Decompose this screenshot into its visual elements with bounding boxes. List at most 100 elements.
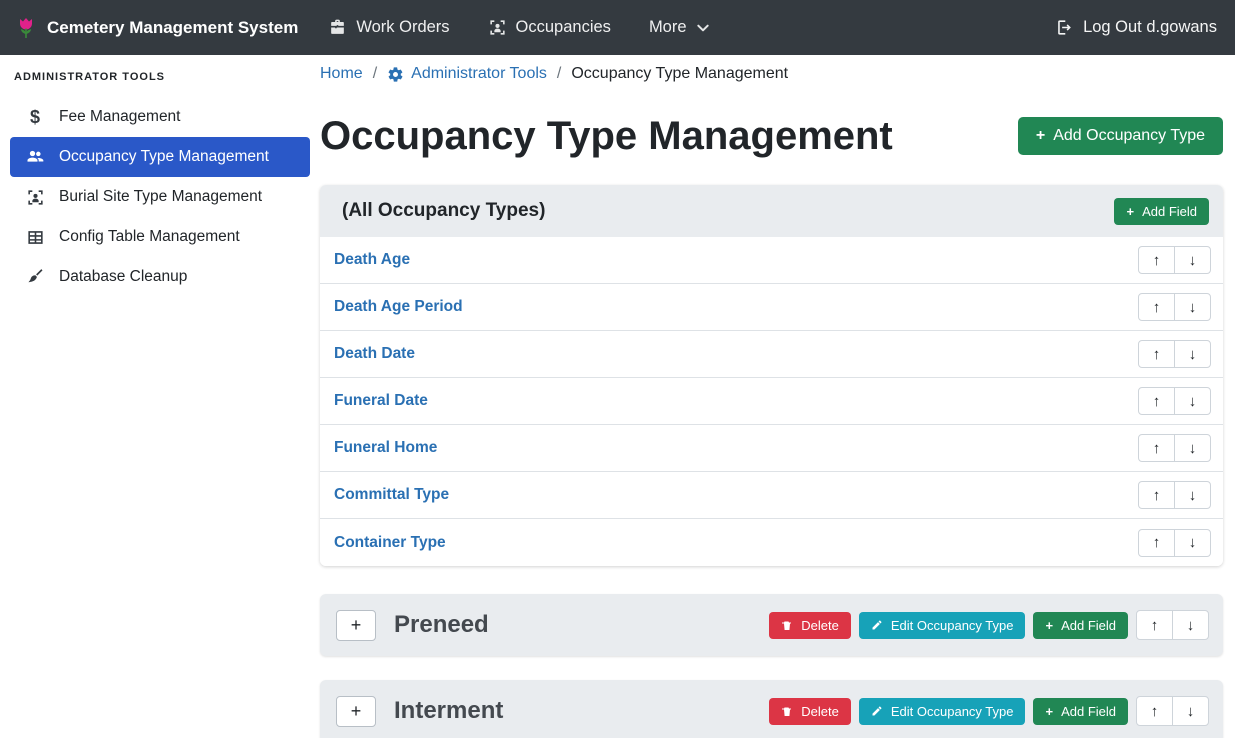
field-link-committal-type[interactable]: Committal Type [334,486,449,504]
field-row: Death Date ↑ ↓ [320,331,1223,378]
add-field-label: Add Field [1061,618,1116,633]
gear-icon [387,66,404,83]
expand-button[interactable]: + [336,696,376,727]
card-header: (All Occupancy Types) + Add Field [320,185,1223,237]
move-down-button[interactable]: ↓ [1174,246,1211,274]
move-down-button[interactable]: ↓ [1174,434,1211,462]
breadcrumb-current: Occupancy Type Management [571,65,788,83]
move-down-button[interactable]: ↓ [1174,340,1211,368]
field-row: Committal Type ↑ ↓ [320,472,1223,519]
edit-occupancy-type-button[interactable]: Edit Occupancy Type [859,698,1026,725]
arrow-up-icon: ↑ [1153,440,1161,457]
section-title: Preneed [394,611,489,639]
top-navbar: Cemetery Management System Work Orders O… [0,0,1235,55]
sidebar-item-occupancy-type-management[interactable]: Occupancy Type Management [10,137,310,177]
sidebar-item-label: Database Cleanup [59,268,187,286]
move-up-button[interactable]: ↑ [1138,293,1175,321]
field-row: Death Age ↑ ↓ [320,237,1223,284]
breadcrumb-separator: / [373,65,377,83]
plus-icon: + [1036,127,1045,145]
arrow-down-icon: ↓ [1189,346,1197,363]
move-up-button[interactable]: ↑ [1138,529,1175,557]
arrow-up-icon: ↑ [1153,346,1161,363]
move-down-button[interactable]: ↓ [1174,481,1211,509]
tulip-logo-icon [14,16,38,40]
move-down-button[interactable]: ↓ [1172,696,1209,726]
arrow-up-icon: ↑ [1153,393,1161,410]
move-down-button[interactable]: ↓ [1174,293,1211,321]
sidebar-item-burial-site-type-management[interactable]: Burial Site Type Management [10,177,310,217]
nav-occupancies[interactable]: Occupancies [488,18,611,37]
move-down-button[interactable]: ↓ [1174,387,1211,415]
reorder-button-group: ↑ ↓ [1138,293,1211,321]
add-field-button[interactable]: + Add Field [1033,612,1128,639]
chevron-down-icon [696,21,710,35]
main-content: Home / Administrator Tools / Occupancy T… [320,55,1235,738]
reorder-button-group: ↑ ↓ [1138,387,1211,415]
delete-button[interactable]: Delete [769,612,851,639]
nav-occupancies-label: Occupancies [516,18,611,37]
add-field-button[interactable]: + Add Field [1114,198,1209,225]
brand-link[interactable]: Cemetery Management System [14,16,298,40]
move-down-button[interactable]: ↓ [1172,610,1209,640]
reorder-button-group: ↑ ↓ [1138,529,1211,557]
field-link-funeral-date[interactable]: Funeral Date [334,392,428,410]
arrow-up-icon: ↑ [1153,534,1161,551]
plus-icon: + [351,701,362,722]
plus-icon: + [1126,204,1134,219]
reorder-button-group: ↑ ↓ [1136,610,1209,640]
add-occupancy-type-button[interactable]: + Add Occupancy Type [1018,117,1223,155]
field-link-container-type[interactable]: Container Type [334,534,446,552]
breadcrumb: Home / Administrator Tools / Occupancy T… [320,63,1223,85]
dollar-icon: $ [24,107,46,128]
move-up-button[interactable]: ↑ [1136,696,1173,726]
field-link-death-date[interactable]: Death Date [334,345,415,363]
move-up-button[interactable]: ↑ [1138,340,1175,368]
title-row: Occupancy Type Management + Add Occupanc… [320,111,1223,161]
field-link-death-age-period[interactable]: Death Age Period [334,298,463,316]
edit-label: Edit Occupancy Type [891,704,1014,719]
sidebar-item-label: Burial Site Type Management [59,188,262,206]
delete-button[interactable]: Delete [769,698,851,725]
logout-link[interactable]: Log Out d.gowans [1055,18,1217,37]
move-down-button[interactable]: ↓ [1174,529,1211,557]
reorder-button-group: ↑ ↓ [1138,340,1211,368]
move-up-button[interactable]: ↑ [1138,387,1175,415]
add-field-label: Add Field [1142,204,1197,219]
sidebar-item-database-cleanup[interactable]: Database Cleanup [10,257,310,297]
nav-work-orders-label: Work Orders [356,18,449,37]
move-up-button[interactable]: ↑ [1138,481,1175,509]
work-orders-icon [328,18,347,37]
arrow-down-icon: ↓ [1189,299,1197,316]
edit-occupancy-type-button[interactable]: Edit Occupancy Type [859,612,1026,639]
sidebar-item-fee-management[interactable]: $ Fee Management [10,97,310,137]
person-frame-icon [24,188,46,207]
table-icon [24,228,46,247]
delete-label: Delete [801,618,839,633]
arrow-down-icon: ↓ [1187,617,1195,634]
reorder-button-group: ↑ ↓ [1138,481,1211,509]
field-link-death-age[interactable]: Death Age [334,251,410,269]
field-row: Funeral Date ↑ ↓ [320,378,1223,425]
nav-work-orders[interactable]: Work Orders [328,18,449,37]
expand-button[interactable]: + [336,610,376,641]
move-up-button[interactable]: ↑ [1136,610,1173,640]
breadcrumb-admin-tools-label: Administrator Tools [411,65,547,83]
field-row: Death Age Period ↑ ↓ [320,284,1223,331]
section-preneed: + Preneed Delete Edit Occupancy Type [320,594,1223,656]
reorder-button-group: ↑ ↓ [1138,246,1211,274]
move-up-button[interactable]: ↑ [1138,434,1175,462]
field-link-funeral-home[interactable]: Funeral Home [334,439,437,457]
add-field-button[interactable]: + Add Field [1033,698,1128,725]
arrow-up-icon: ↑ [1153,487,1161,504]
pencil-icon [871,619,883,631]
arrow-up-icon: ↑ [1151,617,1159,634]
nav-more[interactable]: More [649,18,710,37]
breadcrumb-admin-tools-link[interactable]: Administrator Tools [387,65,547,83]
sidebar-item-config-table-management[interactable]: Config Table Management [10,217,310,257]
field-row: Container Type ↑ ↓ [320,519,1223,566]
move-up-button[interactable]: ↑ [1138,246,1175,274]
card-title: (All Occupancy Types) [342,200,545,222]
breadcrumb-home-link[interactable]: Home [320,65,363,83]
all-occupancy-types-card: (All Occupancy Types) + Add Field Death … [320,185,1223,566]
